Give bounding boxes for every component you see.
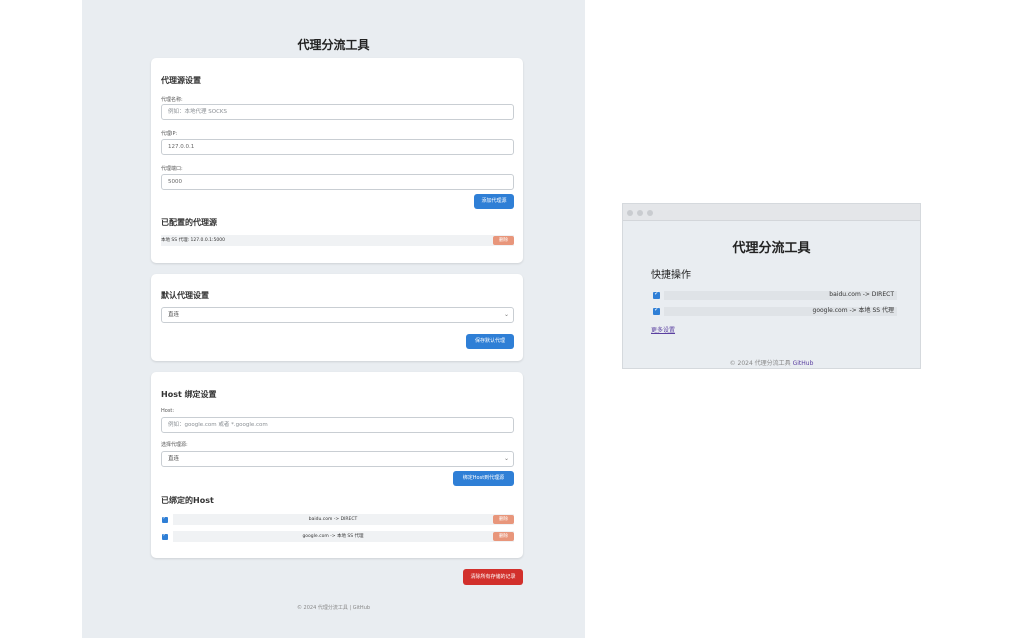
bound-host-checkbox[interactable] — [162, 532, 168, 540]
proxy-name-label: 代理名称: — [161, 97, 183, 103]
popup-footer-text: © 2024 代理分流工具 — [729, 360, 791, 367]
github-link[interactable]: GitHub — [793, 360, 814, 367]
window-maximize-icon[interactable] — [647, 210, 653, 216]
bound-host-text: baidu.com -> DIRECT — [308, 517, 358, 522]
delete-host-button[interactable]: 删除 — [493, 532, 514, 541]
delete-host-button[interactable]: 删除 — [493, 515, 514, 524]
configured-proxies-heading: 已配置的代理源 — [161, 218, 217, 227]
proxy-ip-input[interactable]: 127.0.0.1 — [161, 139, 514, 155]
window-titlebar — [623, 204, 920, 221]
quick-action-row: google.com -> 本地 SS 代理 — [653, 306, 897, 316]
popup-footer: © 2024 代理分流工具 GitHub — [623, 358, 920, 367]
quick-action-row: baidu.com -> DIRECT — [653, 290, 897, 300]
default-proxy-select-value: 直连 — [168, 312, 180, 318]
window-minimize-icon[interactable] — [637, 210, 643, 216]
host-label: Host: — [161, 408, 175, 414]
host-proxy-select[interactable]: 直连 ⌄ — [161, 451, 514, 467]
chevron-down-icon: ⌄ — [503, 311, 509, 318]
settings-page: 代理分流工具 代理源设置 代理名称: 例如：本地代理 SOCKS 代理IP: 1… — [82, 0, 585, 638]
bound-host-checkbox[interactable] — [162, 515, 168, 523]
delete-proxy-button[interactable]: 删除 — [493, 236, 514, 245]
bound-host-text: google.com -> 本地 SS 代理 — [302, 534, 364, 539]
default-proxy-card: 默认代理设置 直连 ⌄ 保存默认代理 — [151, 274, 523, 361]
proxy-ip-label: 代理IP: — [161, 131, 178, 137]
popup-window: 代理分流工具 快捷操作 baidu.com -> DIRECT google.c… — [622, 203, 921, 369]
proxy-server-card: 代理源设置 代理名称: 例如：本地代理 SOCKS 代理IP: 127.0.0.… — [151, 58, 523, 263]
host-binding-card: Host 绑定设置 Host: 例如：google.com 或者 *.googl… — [151, 372, 523, 558]
quick-action-text: google.com -> 本地 SS 代理 — [812, 307, 894, 314]
quick-actions-heading: 快捷操作 — [651, 270, 691, 281]
quick-action-checkbox[interactable] — [653, 306, 660, 315]
bound-hosts-heading: 已绑定的Host — [161, 496, 214, 505]
proxy-port-label: 代理端口: — [161, 166, 183, 172]
popup-title: 代理分流工具 — [732, 241, 811, 256]
more-settings-link[interactable]: 更多设置 — [651, 325, 675, 334]
add-proxy-button[interactable]: 添加代理源 — [474, 194, 514, 209]
proxy-port-input[interactable]: 5000 — [161, 174, 514, 190]
save-default-proxy-button[interactable]: 保存默认代理 — [466, 334, 514, 349]
default-proxy-heading: 默认代理设置 — [161, 291, 209, 300]
quick-action-checkbox[interactable] — [653, 290, 660, 299]
proxy-server-heading: 代理源设置 — [161, 76, 201, 85]
page-title: 代理分流工具 — [297, 38, 370, 52]
clear-records-button[interactable]: 清除所有存储的记录 — [463, 569, 523, 585]
quick-action-text: baidu.com -> DIRECT — [829, 291, 894, 298]
host-proxy-select-value: 直连 — [168, 456, 180, 462]
proxy-name-input[interactable]: 例如：本地代理 SOCKS — [161, 104, 514, 120]
settings-footer: © 2024 代理分流工具 | GitHub — [296, 605, 371, 611]
window-close-icon[interactable] — [627, 210, 633, 216]
host-binding-heading: Host 绑定设置 — [161, 390, 217, 399]
chevron-down-icon: ⌄ — [503, 455, 509, 462]
select-proxy-label: 选择代理源: — [161, 442, 188, 448]
bind-host-button[interactable]: 绑定Host到代理源 — [453, 471, 514, 486]
default-proxy-select[interactable]: 直连 ⌄ — [161, 307, 514, 323]
host-input[interactable]: 例如：google.com 或者 *.google.com — [161, 417, 514, 433]
configured-proxy-text: 本地 SS 代理: 127.0.0.1:5000 — [161, 238, 225, 243]
